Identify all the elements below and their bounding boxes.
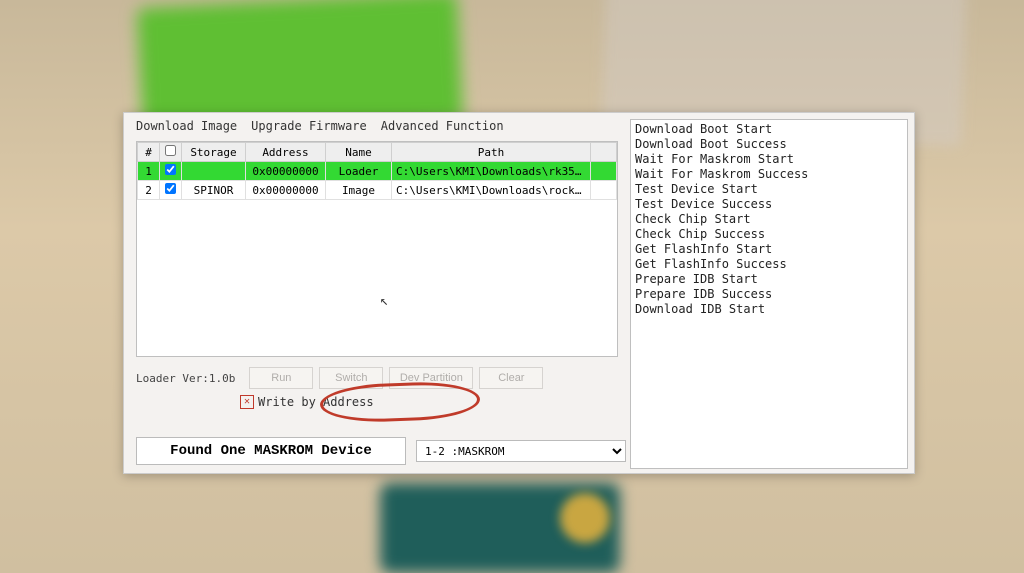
log-line: Download Boot Start [635, 122, 903, 137]
cell-address[interactable]: 0x00000000 [246, 181, 326, 200]
write-by-address-checkbox[interactable]: ✕ [240, 395, 254, 409]
status-bar: Found One MASKROM Device 1-2 :MASKROM [136, 437, 626, 465]
table-row[interactable]: 2 SPINOR 0x00000000 Image C:\Users\KMI\D… [138, 181, 617, 200]
action-button-row: Loader Ver:1.0b Run Switch Dev Partition… [136, 367, 618, 389]
log-line: Check Chip Start [635, 212, 903, 227]
log-line: Wait For Maskrom Success [635, 167, 903, 182]
cell-address[interactable]: 0x00000000 [246, 162, 326, 181]
mouse-cursor-icon: ↖ [380, 293, 388, 309]
partition-table[interactable]: # Storage Address Name Path 1 0x0000 [136, 141, 618, 357]
log-line: Test Device Success [635, 197, 903, 212]
col-address[interactable]: Address [246, 143, 326, 162]
log-line: Prepare IDB Success [635, 287, 903, 302]
switch-button[interactable]: Switch [319, 367, 383, 389]
cell-name[interactable]: Image [326, 181, 392, 200]
log-line: Get FlashInfo Success [635, 257, 903, 272]
cell-checkbox[interactable] [160, 162, 182, 181]
write-by-address-label: Write by Address [258, 395, 374, 409]
col-storage[interactable]: Storage [182, 143, 246, 162]
loader-version-label: Loader Ver:1.0b [136, 372, 235, 385]
cell-checkbox[interactable] [160, 181, 182, 200]
log-line: Download IDB Start [635, 302, 903, 317]
write-by-address-checkbox-row[interactable]: ✕ Write by Address [240, 395, 624, 409]
log-line: Check Chip Success [635, 227, 903, 242]
col-extra [591, 143, 617, 162]
col-num[interactable]: # [138, 143, 160, 162]
log-line: Wait For Maskrom Start [635, 152, 903, 167]
clear-button[interactable]: Clear [479, 367, 543, 389]
cell-path[interactable]: C:\Users\KMI\Downloads\rk3588_s... [392, 162, 591, 181]
cell-browse[interactable] [591, 162, 617, 181]
cell-storage[interactable] [182, 162, 246, 181]
log-line: Get FlashInfo Start [635, 242, 903, 257]
col-path[interactable]: Path [392, 143, 591, 162]
dev-partition-button[interactable]: Dev Partition [389, 367, 473, 389]
header-checkbox[interactable] [165, 145, 176, 156]
flashing-tool-window: Download Image Upgrade Firmware Advanced… [123, 112, 915, 474]
tab-download-image[interactable]: Download Image [136, 119, 237, 133]
left-pane: Download Image Upgrade Firmware Advanced… [130, 115, 624, 471]
cell-storage[interactable]: SPINOR [182, 181, 246, 200]
device-select-dropdown[interactable]: 1-2 :MASKROM [416, 440, 626, 462]
col-checkbox[interactable] [160, 143, 182, 162]
log-line: Prepare IDB Start [635, 272, 903, 287]
cell-num: 2 [138, 181, 160, 200]
cell-num: 1 [138, 162, 160, 181]
col-name[interactable]: Name [326, 143, 392, 162]
row-checkbox[interactable] [165, 164, 176, 175]
cell-name[interactable]: Loader [326, 162, 392, 181]
table-row[interactable]: 1 0x00000000 Loader C:\Users\KMI\Downloa… [138, 162, 617, 181]
cell-browse[interactable] [591, 181, 617, 200]
log-output-pane[interactable]: Download Boot Start Download Boot Succes… [630, 119, 908, 469]
tab-advanced-function[interactable]: Advanced Function [381, 119, 504, 133]
cell-path[interactable]: C:\Users\KMI\Downloads\rock-5b-... [392, 181, 591, 200]
run-button[interactable]: Run [249, 367, 313, 389]
device-status-text: Found One MASKROM Device [136, 437, 406, 465]
log-line: Download Boot Success [635, 137, 903, 152]
tab-upgrade-firmware[interactable]: Upgrade Firmware [251, 119, 367, 133]
row-checkbox[interactable] [165, 183, 176, 194]
log-line: Test Device Start [635, 182, 903, 197]
tab-bar: Download Image Upgrade Firmware Advanced… [130, 115, 624, 139]
